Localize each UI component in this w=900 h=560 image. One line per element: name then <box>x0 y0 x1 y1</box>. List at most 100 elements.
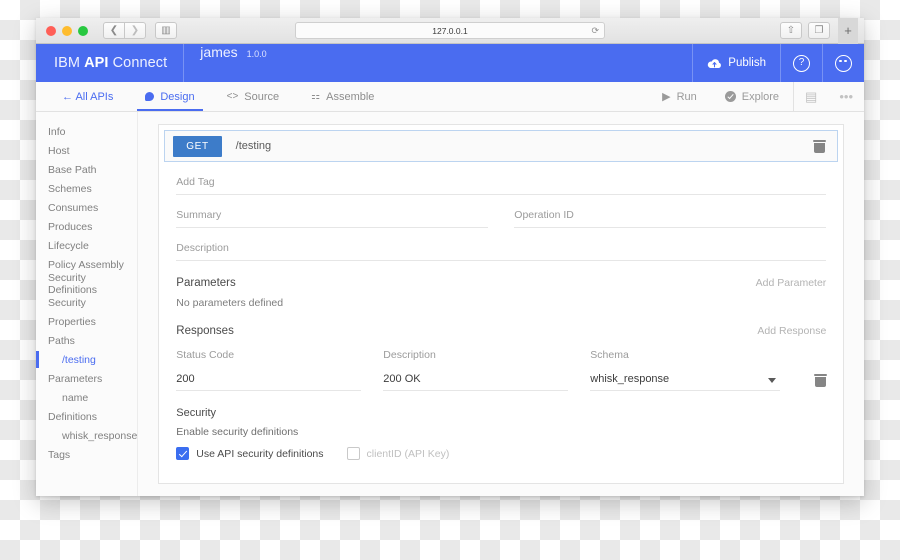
schema-header-label: Schema <box>590 349 629 361</box>
sidebar-item-lifecycle[interactable]: Lifecycle <box>36 236 137 255</box>
sidebar-item-security[interactable]: Security <box>36 293 137 312</box>
schema-value: whisk_response <box>590 373 781 391</box>
more-options-icon[interactable]: ••• <box>828 89 864 104</box>
address-bar[interactable]: 127.0.0.1 ⟳ <box>295 22 605 39</box>
operation-editor-card: GET /testing Add Tag Summary Operation I… <box>158 124 845 484</box>
sidebar-item-properties[interactable]: Properties <box>36 312 137 331</box>
column-header-status-code: Status Code <box>176 349 361 363</box>
minimize-window-button[interactable] <box>62 25 72 36</box>
sidebar-item-whisk-response[interactable]: whisk_response <box>36 426 137 445</box>
use-api-security-definitions-checkbox[interactable] <box>176 447 190 460</box>
all-apis-link[interactable]: ← All APIs <box>46 82 129 111</box>
use-api-security-definitions-label: Use API security definitions <box>196 447 324 460</box>
sidebar-toggle-icon[interactable]: ▥ <box>155 22 177 39</box>
sidebar-item-host[interactable]: Host <box>36 141 137 160</box>
sidebar-item-base-path[interactable]: Base Path <box>36 160 137 179</box>
reload-icon[interactable]: ⟳ <box>591 26 599 35</box>
app-body: Info Host Base Path Schemes Consumes Pro… <box>36 112 864 496</box>
share-icon[interactable]: ⇧ <box>780 22 802 39</box>
explore-check-icon <box>724 91 736 102</box>
responses-title: Responses <box>176 325 234 337</box>
sidebar-item-definitions[interactable]: Definitions <box>36 407 137 426</box>
maximize-window-button[interactable] <box>78 25 88 36</box>
explore-button[interactable]: Explore <box>711 82 793 111</box>
navigation-sidebar: Info Host Base Path Schemes Consumes Pro… <box>36 112 139 496</box>
clientid-api-key-label: clientID (API Key) <box>366 447 450 460</box>
api-version-label: 1.0.0 <box>246 49 267 59</box>
http-method-badge[interactable]: GET <box>173 135 222 157</box>
operation-path-row[interactable]: GET /testing <box>164 130 839 162</box>
sidebar-item-info[interactable]: Info <box>36 122 137 141</box>
schema-select-cell[interactable]: whisk_response <box>590 373 781 391</box>
help-button[interactable]: ? <box>780 44 822 82</box>
summary-placeholder: Summary <box>176 209 489 228</box>
summary-operationid-row: Summary Operation ID <box>159 195 843 228</box>
use-api-security-definitions-option[interactable]: Use API security definitions <box>176 447 324 460</box>
description-row: Description <box>159 228 843 261</box>
back-button[interactable]: ❮ <box>103 22 125 39</box>
delete-operation-trash-icon[interactable] <box>813 139 827 153</box>
description-field[interactable]: Description <box>176 228 827 261</box>
show-tabs-icon[interactable]: ❐ <box>808 22 830 39</box>
toolbar-icon-group: ▤ ••• <box>793 82 864 111</box>
publish-label: Publish <box>728 57 766 69</box>
tab-assemble[interactable]: ⚏ Assemble <box>295 82 390 111</box>
brand-logo[interactable]: IBM API Connect <box>36 44 185 82</box>
browser-nav-group: ❮ ❯ <box>98 22 146 39</box>
brand-prefix: IBM <box>54 55 81 71</box>
forward-button[interactable]: ❯ <box>124 22 146 39</box>
sidebar-item-testing[interactable]: /testing <box>36 350 137 369</box>
add-tag-field[interactable]: Add Tag <box>176 162 827 195</box>
new-tab-button[interactable]: + <box>838 18 858 44</box>
editor-toolbar: ← All APIs Design <> Source ⚏ Assemble ▶… <box>36 82 864 112</box>
security-options-row: Use API security definitions clientID (A… <box>176 447 826 460</box>
toolbar-right: ▶ Run Explore ▤ ••• <box>648 82 864 111</box>
responses-section-header: Responses Add Response <box>159 309 843 337</box>
status-code-cell[interactable]: 200 <box>176 373 362 391</box>
tab-source[interactable]: <> Source <box>211 82 296 111</box>
sidebar-item-security-definitions[interactable]: Security Definitions <box>36 272 137 296</box>
address-bar-url: 127.0.0.1 <box>432 25 468 36</box>
close-window-button[interactable] <box>46 25 56 36</box>
run-label: Run <box>676 90 697 103</box>
header-actions: Publish ? <box>692 44 864 82</box>
sidebar-item-consumes[interactable]: Consumes <box>36 198 137 217</box>
operation-id-field[interactable]: Operation ID <box>514 195 827 228</box>
add-parameter-button[interactable]: Add Parameter <box>756 277 827 289</box>
sidebar-item-tags[interactable]: Tags <box>36 445 137 464</box>
sidebar-item-schemes[interactable]: Schemes <box>36 179 137 198</box>
table-row: 200 200 OK whisk_response <box>159 363 843 391</box>
chevron-down-icon[interactable] <box>768 378 777 383</box>
api-name-label: james <box>200 44 238 60</box>
main-panel: GET /testing Add Tag Summary Operation I… <box>138 112 864 496</box>
run-button[interactable]: ▶ Run <box>648 82 711 111</box>
user-menu-button[interactable] <box>822 44 864 82</box>
response-description-cell[interactable]: 200 OK <box>383 373 569 391</box>
code-brackets-icon: <> <box>226 90 239 102</box>
delete-response-trash-icon[interactable] <box>814 374 828 387</box>
sidebar-item-parameters[interactable]: Parameters <box>36 369 137 388</box>
add-response-button[interactable]: Add Response <box>757 325 826 337</box>
sidebar-item-paths[interactable]: Paths <box>36 331 137 350</box>
parameters-title: Parameters <box>176 277 236 289</box>
parameters-section-header: Parameters Add Parameter <box>159 261 843 289</box>
browser-window: ❮ ❯ ▥ 127.0.0.1 ⟳ ⇧ ❐ + IBM API Connect … <box>36 18 864 496</box>
save-disk-icon[interactable]: ▤ <box>794 89 828 105</box>
sidebar-item-produces[interactable]: Produces <box>36 217 137 236</box>
column-header-description: Description <box>383 349 568 363</box>
browser-chrome-right: ⇧ ❐ + <box>774 18 858 44</box>
security-subtitle: Enable security definitions <box>176 426 299 438</box>
api-title: james 1.0.0 <box>184 44 282 82</box>
delete-response-cell[interactable] <box>802 374 828 391</box>
security-title: Security <box>176 407 217 419</box>
publish-button[interactable]: Publish <box>692 44 780 82</box>
explore-label: Explore <box>741 90 780 103</box>
tab-source-label: Source <box>244 90 280 103</box>
security-section: Security Enable security definitions Use… <box>159 391 843 460</box>
summary-field[interactable]: Summary <box>176 195 489 228</box>
sidebar-item-name[interactable]: name <box>36 388 137 407</box>
clientid-api-key-option: clientID (API Key) <box>346 447 450 460</box>
tab-design[interactable]: Design <box>129 82 210 111</box>
operation-path-label: /testing <box>235 140 272 152</box>
clientid-api-key-checkbox <box>346 447 360 460</box>
